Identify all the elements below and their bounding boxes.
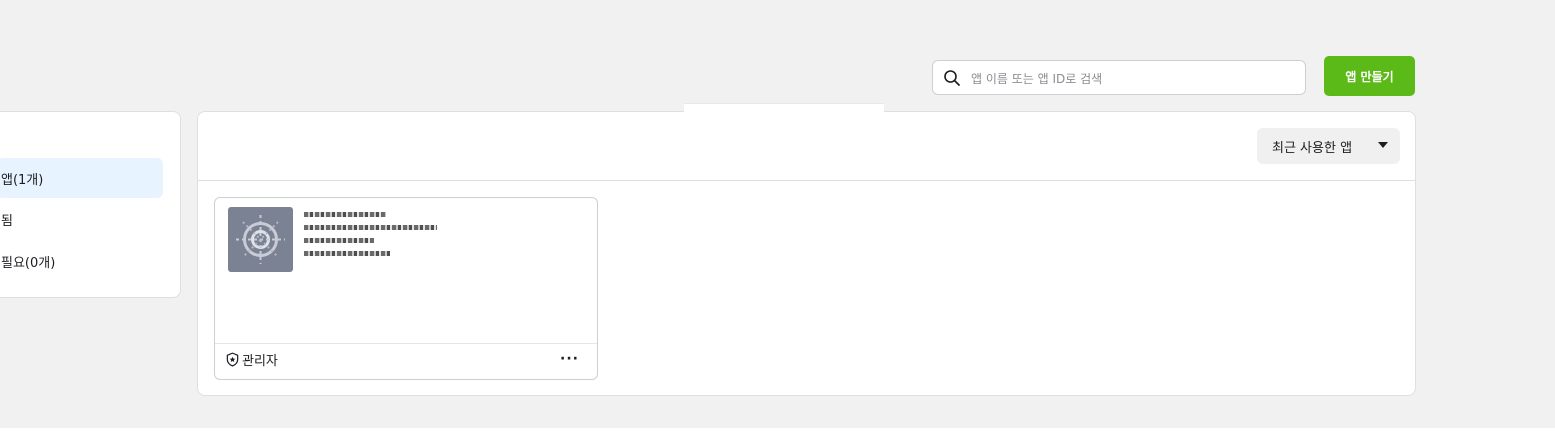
page-footer-strip xyxy=(0,428,1555,434)
panel-divider xyxy=(198,180,1415,181)
search-input[interactable] xyxy=(969,65,1293,92)
app-placeholder-icon xyxy=(236,215,285,264)
app-card[interactable]: 관리자 ··· xyxy=(214,197,598,380)
caret-down-icon xyxy=(1378,142,1388,148)
sidebar-item-archived[interactable]: 됨 xyxy=(0,199,163,239)
sidebar-item-action-required[interactable]: 필요(0개) xyxy=(0,241,163,281)
apps-panel: 최근 사용한 앱 관리자 ··· xyxy=(197,103,1416,396)
sidebar-item-all-apps[interactable]: 앱(1개) xyxy=(0,158,163,198)
role-badge: 관리자 xyxy=(225,350,278,369)
sidebar-filter-card: 앱(1개) 됨 필요(0개) xyxy=(0,111,181,298)
create-app-button[interactable]: 앱 만들기 xyxy=(1324,56,1415,96)
shield-icon xyxy=(226,352,239,367)
sort-dropdown[interactable]: 최근 사용한 앱 xyxy=(1257,128,1400,164)
sidebar-item-label: 됨 xyxy=(1,213,13,229)
sidebar-item-label: 필요(0개) xyxy=(1,255,56,271)
app-details-redacted xyxy=(304,212,437,264)
app-thumbnail xyxy=(228,207,293,272)
tab-overlay xyxy=(684,104,884,182)
card-divider xyxy=(215,343,597,344)
sidebar-item-label: 앱(1개) xyxy=(1,172,44,188)
sort-dropdown-label: 최근 사용한 앱 xyxy=(1272,140,1353,156)
search-icon xyxy=(944,70,960,86)
more-options-button[interactable]: ··· xyxy=(560,352,579,366)
role-label: 관리자 xyxy=(242,354,278,369)
search-box[interactable] xyxy=(932,60,1306,95)
